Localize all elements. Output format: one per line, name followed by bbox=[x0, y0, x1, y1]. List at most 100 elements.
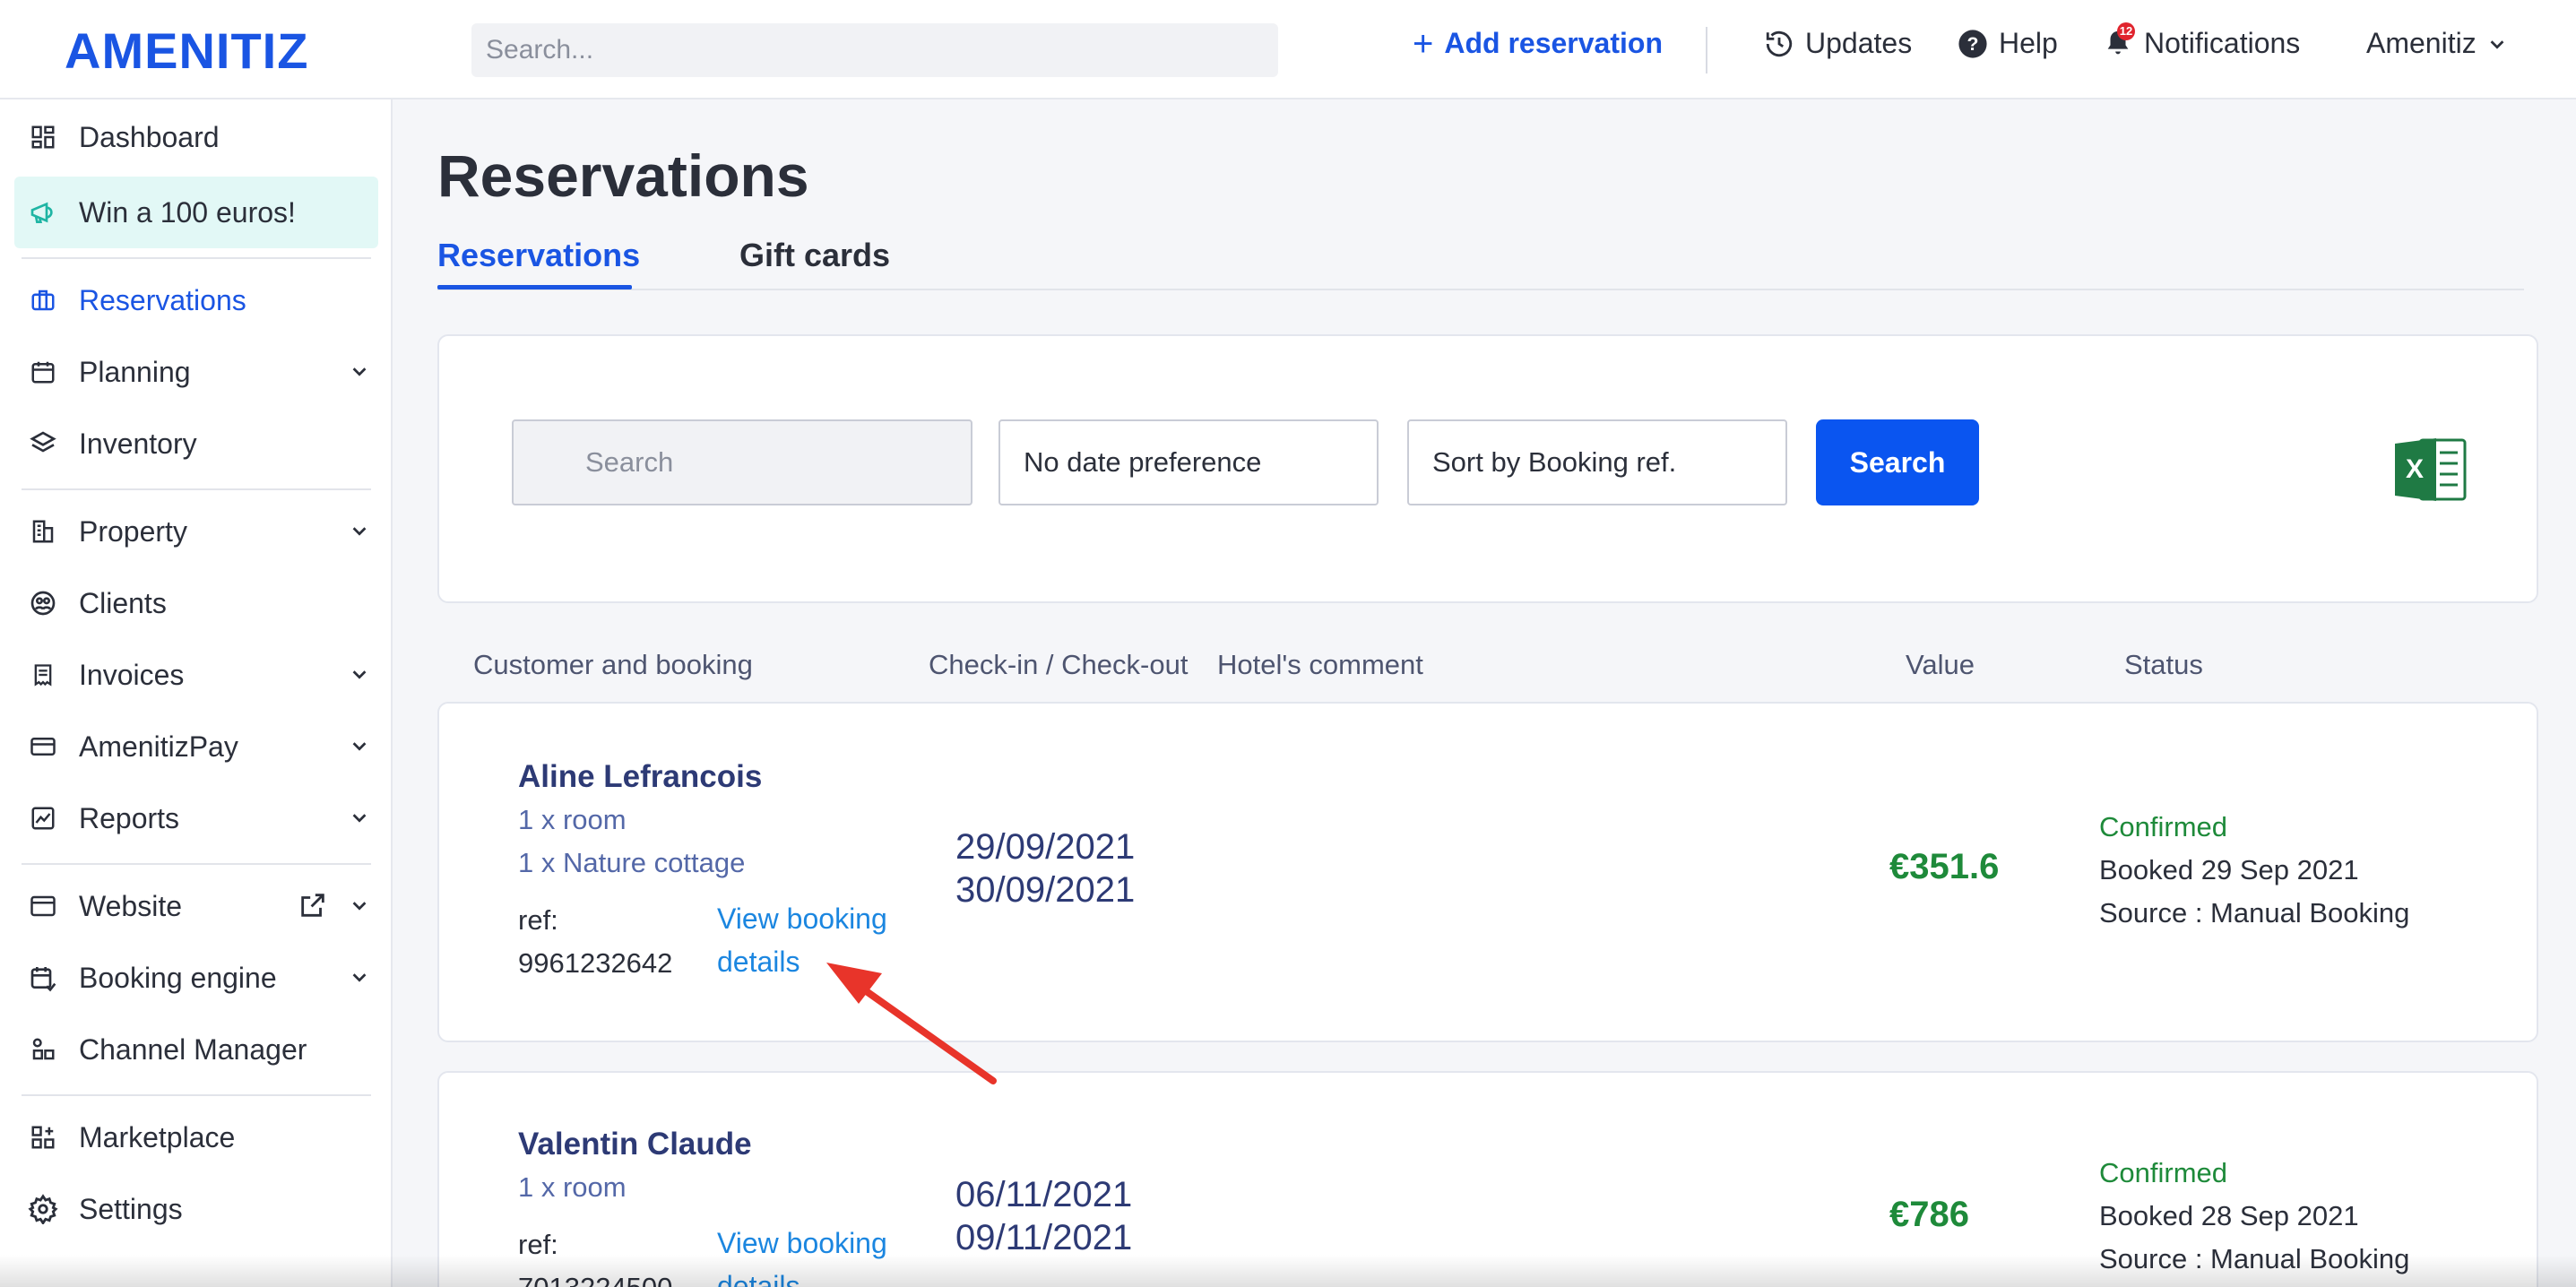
column-header-value: Value bbox=[1906, 649, 1975, 680]
briefcase-icon bbox=[27, 284, 59, 316]
sidebar-item-amenitizpay[interactable]: AmenitizPay bbox=[14, 714, 378, 779]
sidebar-item-label: Planning bbox=[79, 355, 191, 388]
svg-text:?: ? bbox=[1967, 33, 1979, 55]
checkout-date: 09/11/2021 bbox=[955, 1218, 1133, 1257]
search-button[interactable]: Search bbox=[1816, 419, 1979, 505]
sidebar-item-website[interactable]: Website bbox=[14, 874, 378, 938]
booking-value: €786 bbox=[1889, 1195, 1969, 1234]
apps-icon bbox=[27, 1121, 59, 1153]
sidebar-item-inventory[interactable]: Inventory bbox=[14, 411, 378, 476]
sidebar-divider bbox=[22, 257, 371, 259]
sidebar: Dashboard Win a 100 euros! Reservations … bbox=[0, 99, 393, 1287]
booking-calendar-icon bbox=[27, 962, 59, 994]
layers-icon bbox=[27, 428, 59, 460]
sidebar-item-reports[interactable]: Reports bbox=[14, 786, 378, 851]
global-search-input[interactable] bbox=[471, 23, 1278, 77]
customer-name[interactable]: Valentin Claude bbox=[518, 1127, 752, 1162]
room-count: 1 x room bbox=[518, 804, 627, 835]
sidebar-item-label: Channel Manager bbox=[79, 1032, 307, 1066]
page-title: Reservations bbox=[437, 143, 809, 209]
active-tab-indicator bbox=[437, 285, 632, 289]
notification-badge: 12 bbox=[2117, 22, 2135, 40]
booking-value: €351.6 bbox=[1889, 847, 2000, 886]
amenitiz-logo[interactable]: AMENITIZ bbox=[65, 22, 308, 80]
sidebar-item-label: Settings bbox=[79, 1192, 183, 1225]
date-preference-select[interactable]: No date preference bbox=[998, 419, 1379, 505]
sidebar-item-booking-engine[interactable]: Booking engine bbox=[14, 946, 378, 1010]
chevron-down-icon bbox=[352, 367, 367, 376]
chevron-down-icon bbox=[352, 814, 367, 823]
help-label: Help bbox=[1999, 27, 2058, 59]
sidebar-divider bbox=[22, 488, 371, 490]
tab-reservations[interactable]: Reservations bbox=[437, 237, 640, 274]
chevron-down-icon bbox=[352, 742, 367, 751]
column-header-dates: Check-in / Check-out bbox=[929, 649, 1189, 680]
excel-export-icon[interactable]: X bbox=[2393, 435, 2468, 505]
checkin-date: 29/09/2021 bbox=[955, 827, 1136, 867]
channel-icon bbox=[27, 1033, 59, 1066]
sidebar-item-property[interactable]: Property bbox=[14, 499, 378, 564]
sidebar-item-label: Reservations bbox=[79, 283, 246, 316]
gear-icon bbox=[27, 1193, 59, 1225]
booking-source: Source : Manual Booking bbox=[2099, 897, 2410, 929]
sidebar-item-label: Booking engine bbox=[79, 961, 277, 994]
help-button[interactable]: ? Help bbox=[1958, 27, 2058, 60]
chevron-down-icon bbox=[352, 902, 367, 911]
sidebar-item-label: Property bbox=[79, 514, 187, 548]
building-icon bbox=[27, 515, 59, 548]
room-type: 1 x Nature cottage bbox=[518, 847, 746, 878]
card-icon bbox=[27, 730, 59, 763]
external-link-icon[interactable] bbox=[298, 890, 328, 920]
chart-icon bbox=[27, 802, 59, 834]
sidebar-item-clients[interactable]: Clients bbox=[14, 571, 378, 635]
sidebar-item-planning[interactable]: Planning bbox=[14, 340, 378, 404]
sidebar-item-invoices[interactable]: Invoices bbox=[14, 643, 378, 707]
sidebar-item-label: Win a 100 euros! bbox=[79, 195, 296, 229]
sidebar-divider bbox=[22, 863, 371, 865]
view-booking-details-link[interactable]: View booking details bbox=[717, 897, 932, 983]
add-reservation-button[interactable]: + Add reservation bbox=[1413, 23, 1663, 64]
dashboard-icon bbox=[27, 121, 59, 153]
chevron-down-icon bbox=[352, 670, 367, 679]
status-badge: Confirmed bbox=[2099, 1157, 2227, 1188]
chevron-down-icon bbox=[352, 973, 367, 982]
top-bar: AMENITIZ + Add reservation Updates ? Hel… bbox=[0, 0, 2576, 99]
sidebar-item-label: Marketplace bbox=[79, 1120, 236, 1153]
sidebar-divider bbox=[22, 1094, 371, 1096]
booking-ref: 9961232642 bbox=[518, 947, 673, 979]
sort-select[interactable]: Sort by Booking ref. bbox=[1407, 419, 1787, 505]
megaphone-icon bbox=[27, 196, 59, 229]
column-header-comment: Hotel's comment bbox=[1217, 649, 1423, 680]
sidebar-item-label: AmenitizPay bbox=[79, 730, 238, 763]
filter-panel: No date preference Sort by Booking ref. … bbox=[437, 334, 2538, 603]
sidebar-item-label: Clients bbox=[79, 586, 167, 619]
browser-icon bbox=[27, 890, 59, 922]
booked-date: Booked 29 Sep 2021 bbox=[2099, 854, 2359, 885]
sidebar-item-channel-manager[interactable]: Channel Manager bbox=[14, 1017, 378, 1082]
reservation-search-input[interactable] bbox=[512, 419, 972, 505]
sidebar-item-marketplace[interactable]: Marketplace bbox=[14, 1105, 378, 1170]
svg-text:X: X bbox=[2406, 454, 2424, 484]
updates-button[interactable]: Updates bbox=[1764, 27, 1912, 60]
sidebar-item-settings[interactable]: Settings bbox=[14, 1177, 378, 1241]
updates-label: Updates bbox=[1805, 27, 1913, 59]
sidebar-item-label: Dashboard bbox=[79, 120, 220, 153]
sidebar-item-promo[interactable]: Win a 100 euros! bbox=[14, 177, 378, 248]
customer-name[interactable]: Aline Lefrancois bbox=[518, 759, 762, 795]
date-preference-value: No date preference bbox=[1024, 446, 1262, 478]
help-icon: ? bbox=[1958, 29, 1987, 58]
sidebar-item-dashboard[interactable]: Dashboard bbox=[14, 105, 378, 169]
sidebar-item-label: Invoices bbox=[79, 658, 185, 691]
add-reservation-label: Add reservation bbox=[1444, 27, 1663, 59]
tab-gift-cards[interactable]: Gift cards bbox=[739, 237, 890, 274]
column-header-customer: Customer and booking bbox=[473, 649, 753, 680]
bell-icon: 12 bbox=[2103, 22, 2135, 60]
reservation-card[interactable]: Aline Lefrancois 1 x room 1 x Nature cot… bbox=[437, 702, 2538, 1042]
sidebar-item-reservations[interactable]: Reservations bbox=[14, 268, 378, 333]
account-menu[interactable]: Amenitiz bbox=[2366, 27, 2507, 60]
sort-value: Sort by Booking ref. bbox=[1432, 446, 1677, 478]
plus-icon: + bbox=[1413, 23, 1434, 64]
notifications-button[interactable]: 12 Notifications bbox=[2103, 22, 2300, 60]
chevron-down-icon bbox=[352, 527, 367, 536]
sidebar-item-label: Website bbox=[79, 889, 183, 922]
